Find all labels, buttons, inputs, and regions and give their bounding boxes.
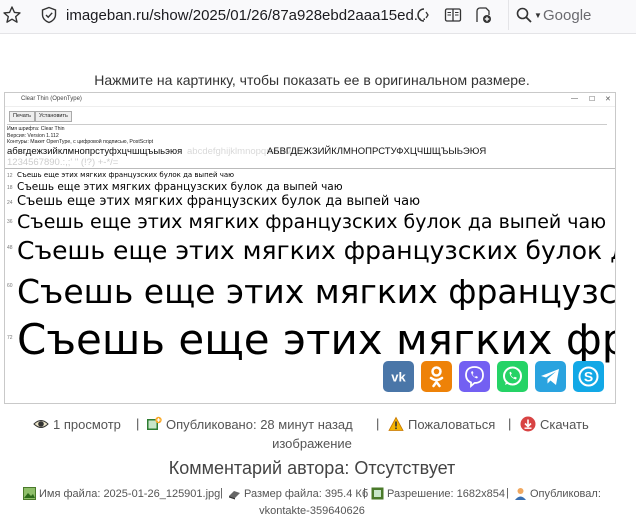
separator: | — [363, 487, 366, 499]
whatsapp-share-button[interactable] — [497, 361, 528, 392]
print-button: Печать — [9, 111, 36, 122]
sample-line: Съешь еще этих мягких французских булок … — [17, 181, 343, 193]
skype-share-button[interactable]: S — [573, 361, 604, 392]
uploader: Опубликовал: — [514, 487, 601, 500]
font-outlines: Контуры: Макет OpenType, с цифровой подп… — [7, 139, 154, 145]
alphabet-digits: 1234567890.:,;' " (!?) +-*/= — [7, 157, 119, 168]
size-label: 48 — [7, 245, 13, 251]
maximize-icon: ☐ — [589, 96, 596, 103]
add-tab-icon[interactable] — [474, 6, 492, 24]
alphabet-upper: АБВГДЕЖЗИЙКЛМНОПРСТУФХЦЧШЩЪЫЬЭЮЯ — [267, 146, 487, 157]
size-label: 60 — [7, 283, 13, 289]
vk-icon: vk — [383, 361, 414, 392]
viber-share-button[interactable] — [459, 361, 490, 392]
size-label: 72 — [7, 335, 13, 341]
browser-toolbar: imageban.ru/show/2025/01/26/87a928ebd2aa… — [0, 0, 636, 34]
file-name: Имя файла: 2025-01-26_125901.jpg — [23, 487, 220, 500]
odnoklassniki-icon — [421, 361, 452, 392]
close-icon: ✕ — [605, 96, 611, 103]
telegram-icon — [535, 361, 566, 392]
url-bar[interactable]: imageban.ru/show/2025/01/26/87a928ebd2aa… — [66, 7, 426, 24]
separator: | — [376, 416, 380, 431]
sample-line: Съешь еще этих мягких французских булок … — [17, 315, 615, 364]
sample-line: Съешь еще этих мягких французских булок … — [17, 211, 607, 233]
tracking-icon[interactable] — [414, 6, 432, 24]
published-time: Опубликовано: 28 минут назад — [146, 416, 353, 432]
whatsapp-icon — [497, 361, 528, 392]
chevron-down-icon[interactable]: ▼ — [534, 11, 542, 20]
sample-line: Съешь еще этих мягких французских булок … — [17, 194, 421, 209]
vk-share-button[interactable]: vk — [383, 361, 414, 392]
viber-icon — [459, 361, 490, 392]
resolution-icon — [371, 487, 384, 500]
svg-text:S: S — [584, 369, 593, 385]
size-label: 36 — [7, 219, 13, 225]
reader-icon[interactable] — [444, 6, 462, 24]
font-info: Имя шрифта: Clear Thin Версия: Version 1… — [7, 124, 607, 146]
telegram-share-button[interactable] — [535, 361, 566, 392]
size-label: 18 — [7, 185, 13, 191]
download-icon — [520, 416, 536, 432]
warning-icon — [388, 416, 404, 432]
download-link-continuation[interactable]: изображение — [0, 436, 624, 451]
disk-icon — [228, 487, 241, 500]
author-comment: Комментарий автора: Отсутствует — [168, 458, 456, 478]
minimize-icon: — — [571, 95, 578, 102]
image-file-icon — [23, 487, 36, 500]
file-size: Размер файла: 395.4 Кб — [228, 487, 368, 500]
sample-line: Съешь еще этих мягких французских булок … — [17, 272, 616, 311]
search-bar[interactable]: ▼ Google — [508, 0, 636, 30]
search-icon — [515, 6, 533, 24]
ok-share-button[interactable] — [421, 361, 452, 392]
shield-icon[interactable] — [40, 6, 58, 24]
window-titlebar: Clear Thin (OpenType) — ☐ ✕ — [5, 93, 615, 107]
size-label: 24 — [7, 200, 13, 206]
divider — [5, 168, 615, 169]
resolution: Разрешение: 1682x854 — [371, 487, 505, 500]
install-button: Установить — [35, 111, 72, 122]
separator: | — [506, 487, 509, 499]
window-title: Clear Thin (OpenType) — [21, 96, 82, 102]
user-icon — [514, 487, 527, 500]
skype-icon: S — [573, 361, 604, 392]
alphabet-lower: абвгдежзийклмнопрстуфхцчшщъыьэюя — [7, 146, 183, 157]
star-icon[interactable] — [2, 5, 22, 25]
svg-text:vk: vk — [391, 370, 406, 385]
eye-icon — [33, 416, 49, 432]
separator: | — [220, 487, 223, 499]
search-input[interactable]: Google — [543, 7, 591, 24]
views-count: 1 просмотр — [33, 416, 121, 432]
sample-line: Съешь еще этих мягких французских булок … — [17, 171, 235, 179]
download-link[interactable]: Скачать — [520, 416, 589, 432]
report-link[interactable]: Пожаловаться — [388, 416, 495, 432]
sample-line: Съешь еще этих мягких французских булок … — [17, 236, 615, 265]
add-image-icon — [146, 416, 162, 432]
separator: | — [136, 416, 140, 431]
click-hint: Нажмите на картинку, чтобы показать ее в… — [94, 72, 530, 88]
uploader-name[interactable]: vkontakte-359640626 — [0, 505, 624, 517]
separator: | — [508, 416, 512, 431]
preview-image[interactable]: Clear Thin (OpenType) — ☐ ✕ Печать Устан… — [4, 92, 616, 404]
size-label: 12 — [7, 173, 13, 179]
